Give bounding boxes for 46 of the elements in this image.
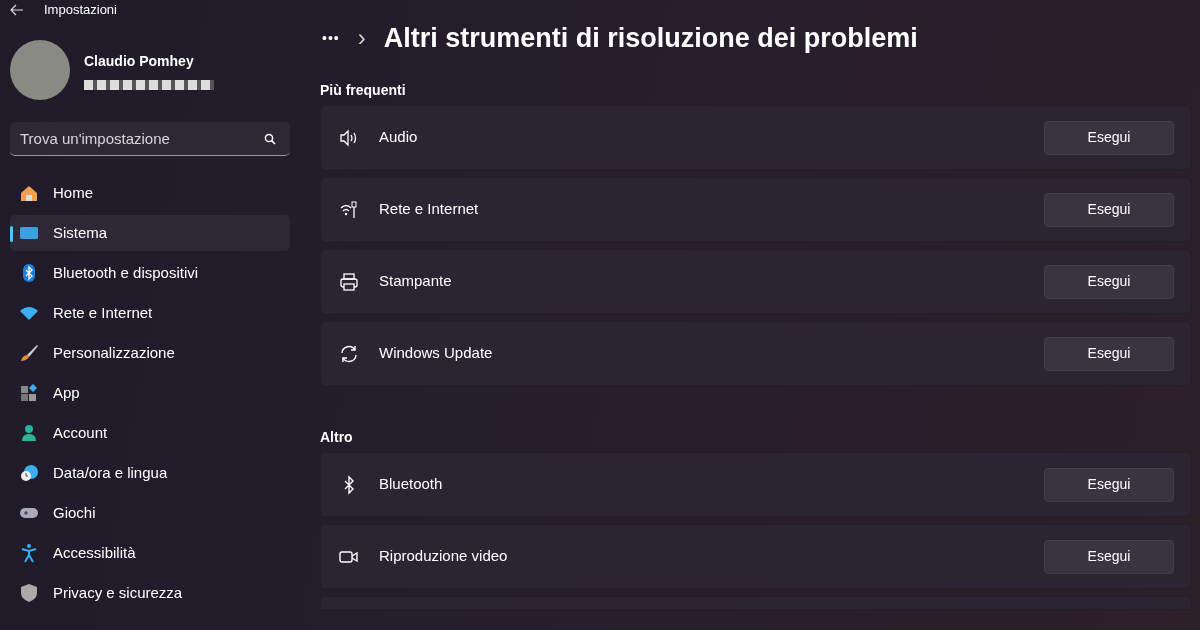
troubleshooter-label: Audio <box>379 127 419 148</box>
run-button[interactable]: Esegui <box>1044 120 1174 155</box>
sidebar-item[interactable]: Personalizzazione <box>10 335 290 371</box>
clock-globe-icon <box>19 463 39 483</box>
troubleshooter-label: Bluetooth <box>379 474 444 495</box>
page-title: Altri strumenti di risoluzione dei problemi <box>383 21 918 55</box>
profile-name: Claudio Pomhey <box>84 51 195 71</box>
troubleshooter-label: Riproduzione video <box>379 546 509 567</box>
home-icon <box>19 183 39 203</box>
window-title: Impostazioni <box>44 1 117 20</box>
sidebar-item[interactable]: Giochi <box>10 495 290 531</box>
troubleshooter-label: Windows Update <box>379 343 494 364</box>
accessibility-icon <box>19 543 39 563</box>
shield-icon <box>19 583 39 603</box>
sidebar-item[interactable]: Accessibilità <box>10 535 290 571</box>
apps-icon <box>19 383 39 403</box>
selection-indicator <box>10 226 13 242</box>
sidebar-item[interactable]: Bluetooth e dispositivi <box>10 255 290 291</box>
troubleshooter-label: Stampante <box>379 271 453 292</box>
sidebar-item[interactable]: Account <box>10 415 290 451</box>
sidebar-item[interactable]: App <box>10 375 290 411</box>
search-icon <box>264 133 276 145</box>
sidebar-item[interactable]: Data/ora e lingua <box>10 455 290 491</box>
more-button[interactable]: ••• <box>322 27 340 49</box>
printer-icon <box>339 271 359 292</box>
sidebar-item[interactable]: Privacy e sicurezza <box>10 575 290 611</box>
section-heading: Altro <box>320 428 354 447</box>
section-heading: Più frequenti <box>320 81 407 100</box>
person-icon <box>19 423 39 443</box>
run-button[interactable]: Esegui <box>1044 336 1174 371</box>
breadcrumb-separator: › <box>357 23 366 53</box>
search-field[interactable]: Trova un'impostazione <box>10 122 290 156</box>
brush-icon <box>19 343 39 363</box>
run-button[interactable]: Esegui <box>1044 467 1174 502</box>
run-button[interactable]: Esegui <box>1044 539 1174 574</box>
run-button[interactable]: Esegui <box>1044 264 1174 299</box>
sidebar-item[interactable]: Home <box>10 175 290 211</box>
wifi-antenna-icon <box>339 199 359 220</box>
sync-icon <box>339 343 359 364</box>
back-icon[interactable] <box>10 4 24 16</box>
run-button[interactable]: Esegui <box>1044 192 1174 227</box>
troubleshooter-label: Rete e Internet <box>379 199 480 220</box>
speaker-icon <box>339 127 359 148</box>
sidebar-item[interactable]: Rete e Internet <box>10 295 290 331</box>
sidebar-item[interactable]: Sistema <box>10 215 290 251</box>
avatar <box>10 40 70 100</box>
